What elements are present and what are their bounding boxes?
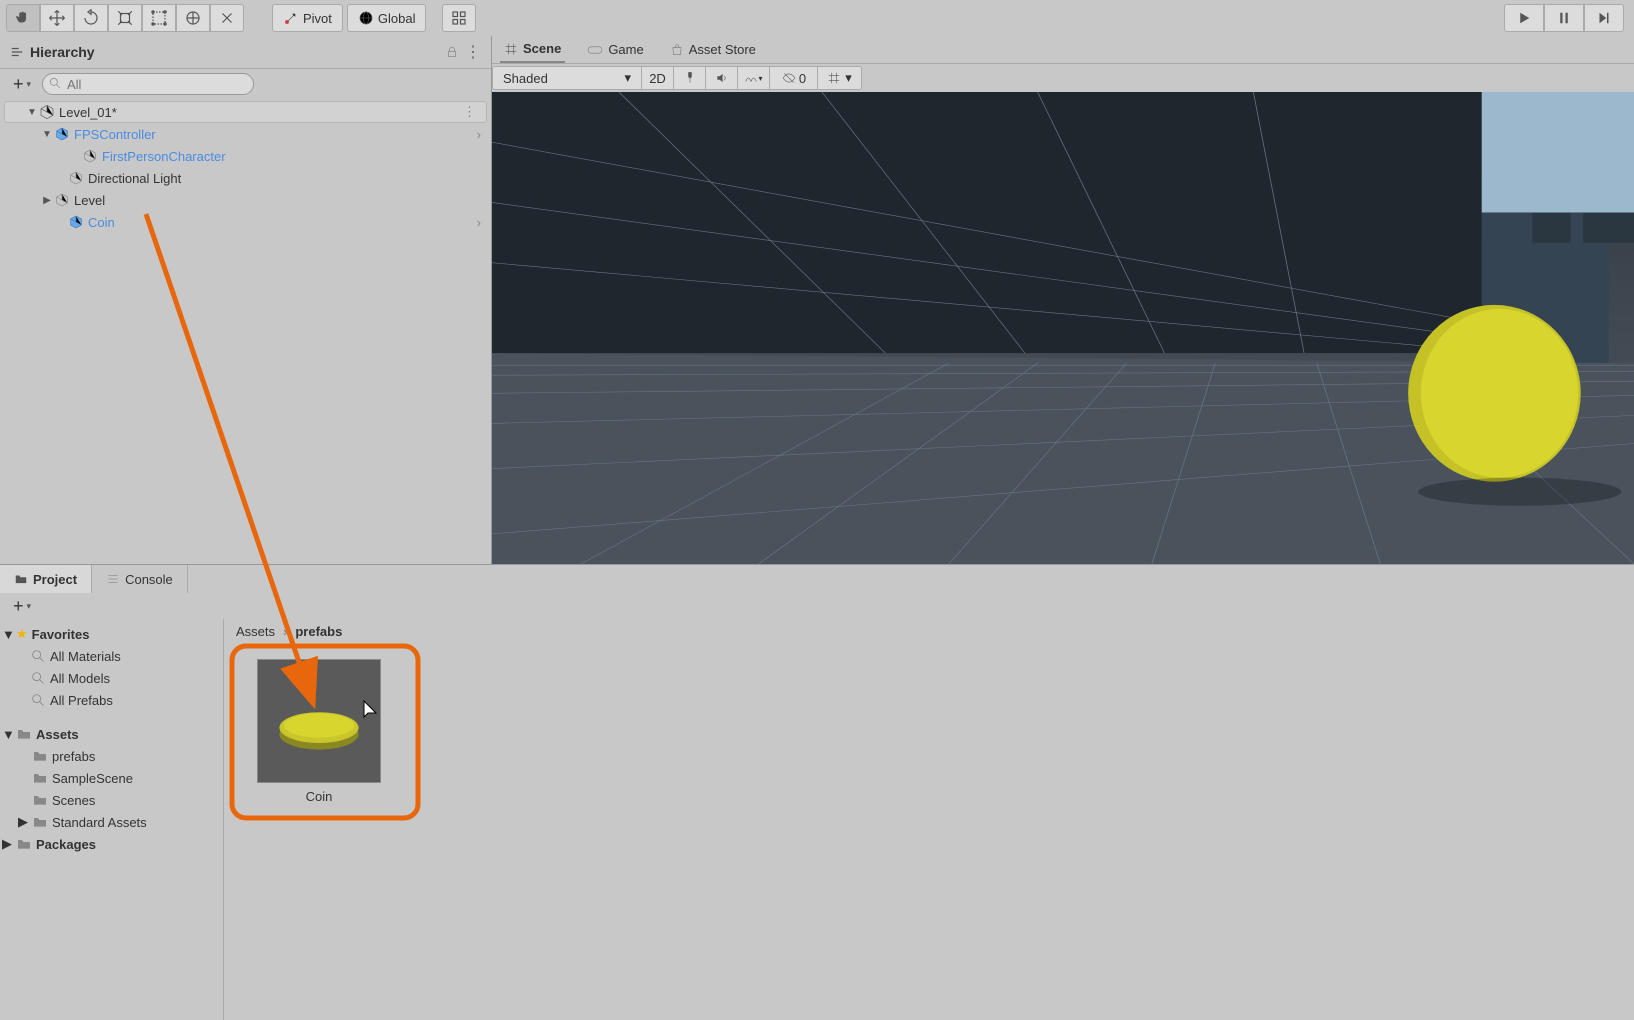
tab-scene[interactable]: Scene xyxy=(500,36,565,63)
hierarchy-item-firstpersoncharacter[interactable]: FirstPersonCharacter xyxy=(0,145,491,167)
favorite-item[interactable]: All Materials xyxy=(0,645,223,667)
project-panel: Project Console + ▼ ★ Favorites All Mate… xyxy=(0,564,1634,1020)
step-button[interactable] xyxy=(1584,4,1624,32)
hierarchy-item-directional-light[interactable]: Directional Light xyxy=(0,167,491,189)
tab-asset-store[interactable]: Asset Store xyxy=(666,36,760,63)
bag-icon xyxy=(670,43,684,57)
favorite-item[interactable]: All Models xyxy=(0,667,223,689)
gizmo-dropdown[interactable]: ▾ xyxy=(818,66,862,90)
create-dropdown[interactable]: + xyxy=(8,73,36,95)
lighting-toggle[interactable] xyxy=(674,66,706,90)
folder-item[interactable]: Scenes xyxy=(0,789,223,811)
hand-tool[interactable] xyxy=(6,4,40,32)
scene-menu-icon[interactable]: ⋮ xyxy=(463,104,476,120)
hierarchy-search-input[interactable] xyxy=(42,73,254,95)
eye-off-icon xyxy=(781,71,797,85)
tab-console[interactable]: Console xyxy=(92,565,188,593)
scale-tool[interactable] xyxy=(108,4,142,32)
asset-grid[interactable]: Coin xyxy=(224,643,1634,1020)
gamepad-icon xyxy=(587,43,603,57)
assets-header[interactable]: ▼ Assets xyxy=(0,723,223,745)
pivot-label: Pivot xyxy=(303,11,332,26)
globe-icon xyxy=(358,10,374,26)
folder-icon xyxy=(14,572,28,586)
hierarchy-icon xyxy=(10,45,24,59)
pause-button[interactable] xyxy=(1544,4,1584,32)
2d-toggle[interactable]: 2D xyxy=(642,66,674,90)
folder-icon xyxy=(16,726,32,742)
hierarchy-item-fpscontroller[interactable]: ▼ FPSController › xyxy=(0,123,491,145)
pivot-icon xyxy=(283,10,299,26)
gameobject-cube-icon xyxy=(82,148,98,164)
scene-panel: Scene Game Asset Store Shaded ▾ 2D xyxy=(492,36,1634,564)
scene-toolbar: Shaded ▾ 2D ▾ 0 ▾ xyxy=(492,64,1634,92)
unity-scene-icon xyxy=(39,104,55,120)
scene-row[interactable]: ▼ Level_01* ⋮ xyxy=(4,101,487,123)
transform-tool[interactable] xyxy=(176,4,210,32)
project-create-dropdown[interactable]: + xyxy=(8,595,36,617)
rect-tool[interactable] xyxy=(142,4,176,32)
global-label: Global xyxy=(378,11,416,26)
gameobject-cube-icon xyxy=(54,192,70,208)
pivot-toggle[interactable]: Pivot xyxy=(272,4,343,32)
search-icon xyxy=(30,648,46,664)
asset-label: Coin xyxy=(306,789,333,804)
prefab-cube-icon xyxy=(54,126,70,142)
tab-project[interactable]: Project xyxy=(0,565,92,593)
lock-icon[interactable] xyxy=(445,45,459,59)
console-icon xyxy=(106,572,120,586)
rotate-tool[interactable] xyxy=(74,4,108,32)
fx-toggle[interactable]: ▾ xyxy=(738,66,770,90)
breadcrumb: Assets › prefabs xyxy=(224,619,1634,643)
search-icon xyxy=(48,76,62,90)
transform-tools xyxy=(6,4,244,32)
play-controls xyxy=(1504,4,1624,32)
hidden-objects[interactable]: 0 xyxy=(770,66,818,90)
panel-menu-icon[interactable]: ⋮ xyxy=(465,42,481,62)
packages-header[interactable]: ▶ Packages xyxy=(0,833,223,855)
asset-item-coin[interactable]: Coin xyxy=(254,659,384,804)
gizmo-grid-icon xyxy=(827,71,841,85)
custom-tool[interactable] xyxy=(210,4,244,32)
scene-viewport[interactable] xyxy=(492,92,1634,564)
favorite-item[interactable]: All Prefabs xyxy=(0,689,223,711)
snap-toggle[interactable] xyxy=(442,4,476,32)
move-tool[interactable] xyxy=(40,4,74,32)
hierarchy-header: Hierarchy ⋮ xyxy=(0,36,491,69)
grid-icon xyxy=(504,42,518,56)
shading-dropdown[interactable]: Shaded ▾ xyxy=(492,66,642,90)
hierarchy-item-coin[interactable]: Coin › xyxy=(0,211,491,233)
folder-item[interactable]: ▶ Standard Assets xyxy=(0,811,223,833)
scene-tabs: Scene Game Asset Store xyxy=(492,36,1634,64)
hierarchy-panel: Hierarchy ⋮ + ▼ Level_01* ⋮ xyxy=(0,36,492,564)
folder-icon xyxy=(16,836,32,852)
folder-icon xyxy=(32,748,48,764)
folder-item[interactable]: prefabs xyxy=(0,745,223,767)
chevron-right-icon[interactable]: › xyxy=(477,127,481,142)
top-toolbar: Pivot Global xyxy=(0,0,1634,36)
search-icon xyxy=(30,692,46,708)
hierarchy-tree: ▼ Level_01* ⋮ ▼ FPSController › FirstPer… xyxy=(0,99,491,235)
folder-item[interactable]: SampleScene xyxy=(0,767,223,789)
breadcrumb-segment[interactable]: Assets xyxy=(236,624,275,639)
chevron-right-icon[interactable]: › xyxy=(477,215,481,230)
breadcrumb-segment[interactable]: prefabs xyxy=(295,624,342,639)
tab-game[interactable]: Game xyxy=(583,36,647,63)
hierarchy-title: Hierarchy xyxy=(30,44,95,60)
hierarchy-item-level[interactable]: ▶ Level xyxy=(0,189,491,211)
project-tree: ▼ ★ Favorites All Materials All Models A… xyxy=(0,619,224,1020)
gameobject-cube-icon xyxy=(68,170,84,186)
folder-icon xyxy=(32,814,48,830)
favorites-header[interactable]: ▼ ★ Favorites xyxy=(0,623,223,645)
chevron-right-icon: › xyxy=(283,624,287,639)
scene-name: Level_01* xyxy=(59,105,117,120)
prefab-cube-icon xyxy=(68,214,84,230)
search-icon xyxy=(30,670,46,686)
play-button[interactable] xyxy=(1504,4,1544,32)
folder-icon xyxy=(32,792,48,808)
global-toggle[interactable]: Global xyxy=(347,4,427,32)
audio-toggle[interactable] xyxy=(706,66,738,90)
folder-icon xyxy=(32,770,48,786)
asset-thumbnail xyxy=(257,659,381,783)
